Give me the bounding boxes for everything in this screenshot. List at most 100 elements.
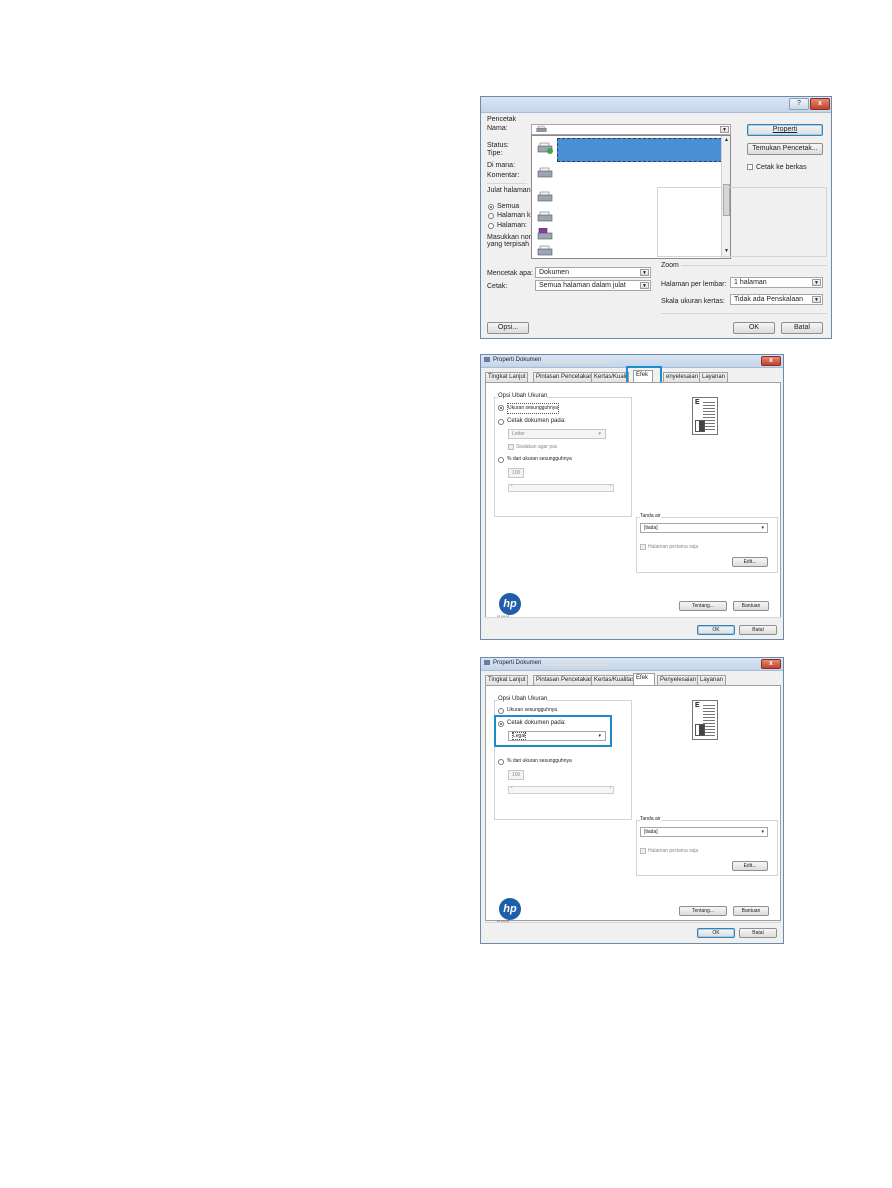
radio-print-document-on[interactable] <box>498 419 504 425</box>
scale-label: Skala ukuran kertas: <box>661 298 725 305</box>
first-page-only-checkbox[interactable] <box>640 848 646 854</box>
radio-percent-of-actual[interactable] <box>498 759 504 765</box>
where-label: Di mana: <box>487 162 516 169</box>
radio-actual-size[interactable] <box>498 405 504 411</box>
name-label: Nama: <box>487 125 508 132</box>
chevron-down-icon[interactable]: ▼ <box>640 269 649 276</box>
scale-to-fit-checkbox[interactable] <box>508 444 514 450</box>
edit-label: Edit... <box>743 863 757 869</box>
print-dialog: ? x Pencetak Nama: Status: Tipe: Di mana… <box>480 96 832 339</box>
radio-actual-size[interactable] <box>498 708 504 714</box>
slider-left-icon[interactable]: ‹ <box>511 483 513 489</box>
radio-all-pages[interactable] <box>488 204 494 210</box>
footer-divider <box>485 922 781 923</box>
close-icon[interactable]: x <box>810 98 830 110</box>
pages-per-sheet-dropdown[interactable]: 1 halaman ▼ <box>730 277 823 288</box>
pages-per-sheet-label: Halaman per lembar: <box>661 281 727 288</box>
watermark-label: Tanda air <box>640 815 661 824</box>
percent-input[interactable]: 100 <box>508 770 524 780</box>
printer-icon[interactable] <box>537 167 553 179</box>
percent-slider[interactable]: ‹ › <box>508 785 614 794</box>
about-button[interactable]: Tentang... <box>679 601 727 611</box>
chevron-down-icon[interactable]: ▼ <box>640 282 649 289</box>
radio-percent-of-actual[interactable] <box>498 457 504 463</box>
watermark-edit-button[interactable]: Edit... <box>732 861 768 871</box>
first-page-only-checkbox[interactable] <box>640 544 646 550</box>
find-printer-button[interactable]: Temukan Pencetak... <box>747 143 823 155</box>
printer-list-item-selected[interactable] <box>557 138 722 162</box>
watermark-edit-button[interactable]: Edit... <box>732 557 768 567</box>
zoom-divider <box>681 265 827 266</box>
chevron-down-icon[interactable]: ▼ <box>720 126 729 133</box>
radio-actual-size-label: Ukuran sesungguhnya <box>507 403 560 414</box>
radio-pages-label: Halaman: <box>497 222 527 229</box>
tab-paper-quality[interactable]: Kertas/Kualitas <box>591 675 638 685</box>
printer-name-dropdown[interactable]: ▼ <box>531 124 731 135</box>
tab-paper-quality[interactable]: Kertas/Kuali <box>591 372 630 382</box>
properties-button[interactable]: Properti <box>747 124 823 136</box>
printer-icon[interactable] <box>537 191 553 203</box>
percent-input[interactable]: 100 <box>508 468 524 478</box>
tab-finishing[interactable]: Penyelesaian <box>657 675 700 685</box>
print-to-file-checkbox[interactable] <box>747 164 753 170</box>
watermark-dropdown[interactable]: [tiada] ▾ <box>640 827 768 837</box>
cancel-button[interactable]: Batal <box>739 928 777 938</box>
slider-right-icon[interactable]: › <box>609 785 611 791</box>
printer-icon[interactable] <box>537 211 553 223</box>
tab-effects[interactable]: Efek <box>633 673 655 685</box>
printer-icon <box>536 125 547 132</box>
chevron-down-icon: ▾ <box>598 431 601 437</box>
ok-button[interactable]: OK <box>697 928 735 938</box>
ok-button[interactable]: OK <box>697 625 735 635</box>
printer-divider <box>487 183 527 184</box>
scale-dropdown[interactable]: Tidak ada Penskalaan ▼ <box>730 294 823 305</box>
options-button[interactable]: Opsi... <box>487 322 529 334</box>
properties-titlebar: Properti Dokumen x <box>481 658 783 671</box>
cancel-button[interactable]: Batal <box>739 625 777 635</box>
radio-percent-label: % dari ukuran sesungguhnya <box>507 456 572 462</box>
tab-finishing[interactable]: enyelesaian <box>663 372 702 382</box>
chevron-down-icon[interactable]: ▼ <box>812 279 821 286</box>
print-dropdown[interactable]: Semua halaman dalam julat ▼ <box>535 280 651 291</box>
close-icon[interactable]: x <box>761 356 781 366</box>
close-icon[interactable]: x <box>761 659 781 669</box>
scale-value: Tidak ada Penskalaan <box>734 296 804 303</box>
tab-services[interactable]: Layanan <box>697 675 727 685</box>
effects-panel: Opsi Ubah Ukuran Ukuran sesungguhnya Cet… <box>485 382 781 618</box>
radio-pages[interactable] <box>488 223 494 229</box>
help-icon[interactable]: ? <box>789 98 809 110</box>
print-label: Cetak: <box>487 283 508 290</box>
window-icon <box>484 357 490 362</box>
print-what-dropdown[interactable]: Dokumen ▼ <box>535 267 651 278</box>
print-what-label: Mencetak apa: <box>487 270 533 277</box>
paper-size-dropdown[interactable]: Letter ▾ <box>508 429 606 439</box>
help-button[interactable]: Bantuan <box>733 906 769 916</box>
tab-services[interactable]: Layanan <box>699 372 729 382</box>
cancel-button[interactable]: Batal <box>781 322 823 334</box>
tab-advanced[interactable]: Tingkat Lanjut <box>485 372 529 382</box>
about-button[interactable]: Tentang... <box>679 906 727 916</box>
printer-icon[interactable] <box>537 245 553 257</box>
radio-print-document-on-label: Cetak dokumen pada: <box>507 418 566 424</box>
printer-default-icon[interactable] <box>537 142 553 154</box>
chevron-down-icon[interactable]: ▼ <box>812 296 821 303</box>
help-button[interactable]: Bantuan <box>733 601 769 611</box>
tab-print-shortcuts[interactable]: Pintasan Pencetakan <box>533 675 596 685</box>
percent-value: 100 <box>512 772 521 778</box>
fax-icon[interactable] <box>537 228 553 240</box>
scroll-up-icon[interactable]: ▲ <box>724 137 729 143</box>
tab-advanced[interactable]: Tingkat Lanjut <box>485 675 529 685</box>
tab-print-shortcuts[interactable]: Pintasan Pencetakan <box>533 372 596 382</box>
page-hint-line2: yang terpisah <box>487 241 530 248</box>
title-redacted <box>545 359 609 363</box>
print-to-file-label: Cetak ke berkas <box>756 164 807 171</box>
preview-letter: E <box>695 399 700 406</box>
slider-left-icon[interactable]: ‹ <box>511 785 513 791</box>
percent-slider[interactable]: ‹ › <box>508 483 614 492</box>
watermark-dropdown[interactable]: [tiada] ▾ <box>640 523 768 533</box>
slider-right-icon[interactable]: › <box>609 483 611 489</box>
radio-current-page[interactable] <box>488 213 494 219</box>
effects-panel: Opsi Ubah Ukuran Ukuran sesungguhnya Cet… <box>485 685 781 921</box>
print-dialog-titlebar: ? x <box>481 97 831 113</box>
ok-button[interactable]: OK <box>733 322 775 334</box>
